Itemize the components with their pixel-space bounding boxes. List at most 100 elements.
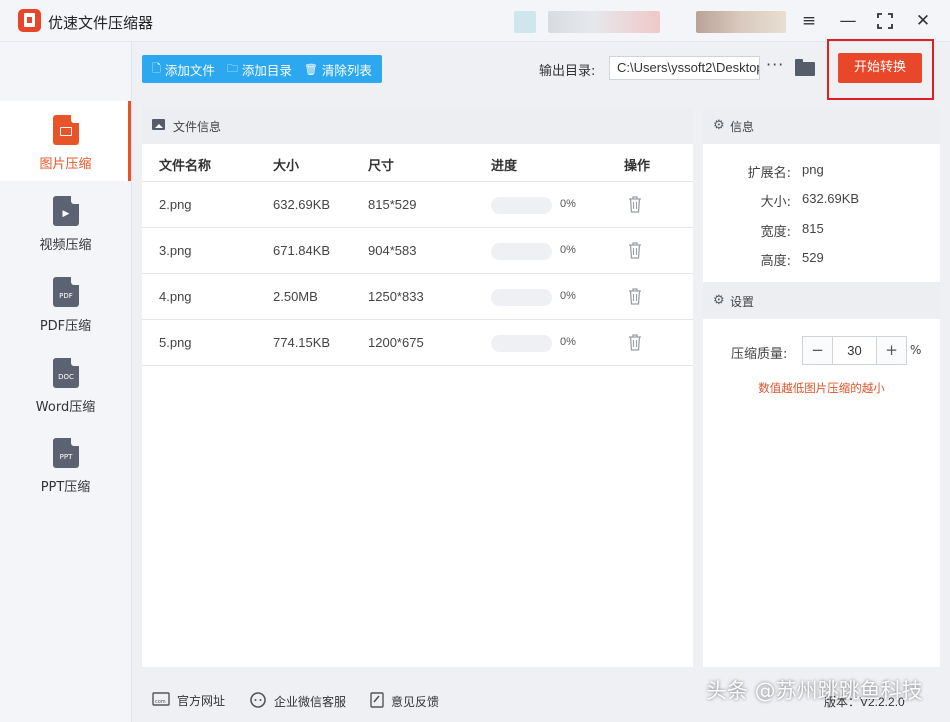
width-value: 815 <box>802 221 824 236</box>
file-dimension-cell: 1250*833 <box>368 289 424 304</box>
progress-bar <box>491 289 552 306</box>
sidebar-item-label: Word压缩 <box>35 400 96 415</box>
info-section-header: ⚙ 信息 <box>703 107 940 144</box>
output-dir-label: 输出目录: <box>539 64 596 79</box>
app-title: 优速文件压缩器 <box>48 14 154 32</box>
progress-percent: 0% <box>560 198 576 210</box>
file-size-cell: 632.69KB <box>273 197 331 212</box>
file-panel-title: 文件信息 <box>173 120 222 134</box>
output-dir-field[interactable]: C:\Users\yssoft2\Desktop <box>609 56 760 80</box>
delete-trash-icon[interactable] <box>628 241 642 259</box>
folder-icon[interactable] <box>795 59 815 76</box>
decrease-quality-button[interactable]: − <box>803 337 832 364</box>
pdf-file-icon: PDF <box>53 277 79 307</box>
sidebar-item-word-compress[interactable]: DOC Word压缩 <box>0 344 131 424</box>
folder-outline-icon: 🗀 <box>226 61 238 75</box>
table-header: 文件名称 大小 尺寸 进度 操作 <box>142 144 693 182</box>
sidebar-item-ppt-compress[interactable]: PPT PPT压缩 <box>0 424 131 504</box>
title-bar: 优速文件压缩器 ≡ — ✕ <box>0 0 950 42</box>
column-header-dimensions: 尺寸 <box>368 159 395 174</box>
feedback-link[interactable]: 意见反馈 <box>370 692 439 711</box>
app-logo-icon <box>18 9 41 32</box>
sidebar-item-pdf-compress[interactable]: PDF PDF压缩 <box>0 263 131 343</box>
maximize-icon[interactable] <box>872 8 898 34</box>
table-row[interactable]: 5.png 774.15KB 1200*675 0% <box>142 320 693 366</box>
delete-trash-icon[interactable] <box>628 195 642 213</box>
file-name-cell: 5.png <box>159 335 192 350</box>
chat-icon <box>249 692 267 711</box>
table-row[interactable]: 2.png 632.69KB 815*529 0% <box>142 182 693 228</box>
image-icon <box>152 119 165 130</box>
website-icon: com <box>152 692 170 709</box>
minimize-icon[interactable]: — <box>835 8 861 34</box>
wechat-label: 企业微信客服 <box>274 695 347 709</box>
blurred-region <box>696 11 786 33</box>
sidebar-item-label: 图片压缩 <box>39 157 92 172</box>
sidebar-item-label: 视频压缩 <box>39 238 92 253</box>
feedback-icon <box>370 692 384 711</box>
size-label: 大小: <box>760 195 791 210</box>
size-value: 632.69KB <box>802 191 860 206</box>
watermark-text: 头条 @苏州跳跳鱼科技 <box>706 679 923 703</box>
quality-unit: % <box>910 343 922 357</box>
settings-section-header: ⚙ 设置 <box>703 282 940 319</box>
width-label: 宽度: <box>760 225 791 240</box>
svg-text:com: com <box>155 699 166 705</box>
add-directory-button[interactable]: 🗀 添加目录 <box>221 60 298 79</box>
blurred-region <box>548 11 660 33</box>
delete-trash-icon[interactable] <box>628 287 642 305</box>
file-list-panel: 文件信息 文件名称 大小 尺寸 进度 操作 2.png 632.69KB 815*5… <box>142 107 693 667</box>
progress-bar <box>491 197 552 214</box>
delete-trash-icon[interactable] <box>628 333 642 351</box>
doc-file-icon: DOC <box>53 358 79 388</box>
quality-input[interactable]: 30 <box>832 337 877 364</box>
blurred-region <box>514 11 536 33</box>
sidebar-item-image-compress[interactable]: 图片压缩 <box>0 101 131 181</box>
ppt-file-icon: PPT <box>53 438 79 468</box>
highlight-annotation-box <box>827 39 934 100</box>
ext-value: png <box>802 162 824 177</box>
ext-label: 扩展名: <box>747 166 791 181</box>
more-options-button[interactable]: ··· <box>766 55 784 74</box>
file-dimension-cell: 904*583 <box>368 243 417 258</box>
height-label: 高度: <box>760 254 791 269</box>
file-name-cell: 4.png <box>159 289 192 304</box>
progress-percent: 0% <box>560 290 576 302</box>
trash-icon: 🗑 <box>303 62 318 76</box>
add-file-label: 添加文件 <box>164 62 215 78</box>
sidebar-item-label: PDF压缩 <box>39 319 92 334</box>
file-size-cell: 774.15KB <box>273 335 331 350</box>
progress-percent: 0% <box>560 336 576 348</box>
file-size-cell: 671.84KB <box>273 243 331 258</box>
table-row[interactable]: 4.png 2.50MB 1250*833 0% <box>142 274 693 320</box>
file-dimension-cell: 1200*675 <box>368 335 424 350</box>
add-file-button[interactable]: 🗋 添加文件 <box>146 60 221 79</box>
website-label: 官方网址 <box>177 694 226 708</box>
table-row[interactable]: 3.png 671.84KB 904*583 0% <box>142 228 693 274</box>
close-icon[interactable]: ✕ <box>910 8 936 34</box>
file-size-cell: 2.50MB <box>273 289 318 304</box>
official-website-link[interactable]: com 官方网址 <box>152 692 225 709</box>
info-section-title: 信息 <box>730 120 755 134</box>
wechat-support-link[interactable]: 企业微信客服 <box>249 692 346 711</box>
clear-list-label: 清除列表 <box>321 62 372 78</box>
file-name-cell: 2.png <box>159 197 192 212</box>
sidebar: 图片压缩 ▶ 视频压缩 PDF PDF压缩 DOC Word压缩 PPT PPT… <box>0 42 132 722</box>
settings-section-title: 设置 <box>730 295 755 309</box>
feedback-label: 意见反馈 <box>391 695 440 709</box>
column-header-progress: 进度 <box>491 159 518 174</box>
video-file-icon: ▶ <box>53 196 79 226</box>
toolbar-button-group: 🗋 添加文件 🗀 添加目录 🗑 清除列表 <box>142 55 382 83</box>
quality-label: 压缩质量: <box>731 347 788 362</box>
file-icon: 🗋 <box>152 61 161 75</box>
increase-quality-button[interactable]: + <box>877 337 906 364</box>
file-panel-header: 文件信息 <box>142 107 693 144</box>
info-panel: ⚙ 信息 扩展名: png 大小: 632.69KB 宽度: 815 高度: 5… <box>703 107 940 667</box>
column-header-name: 文件名称 <box>159 159 212 174</box>
sidebar-item-video-compress[interactable]: ▶ 视频压缩 <box>0 182 131 262</box>
clear-list-button[interactable]: 🗑 清除列表 <box>298 60 378 79</box>
column-header-actions: 操作 <box>624 159 651 174</box>
file-dimension-cell: 815*529 <box>368 197 417 212</box>
menu-icon[interactable]: ≡ <box>796 8 822 34</box>
quality-hint: 数值越低图片压缩的越小 <box>758 381 885 395</box>
